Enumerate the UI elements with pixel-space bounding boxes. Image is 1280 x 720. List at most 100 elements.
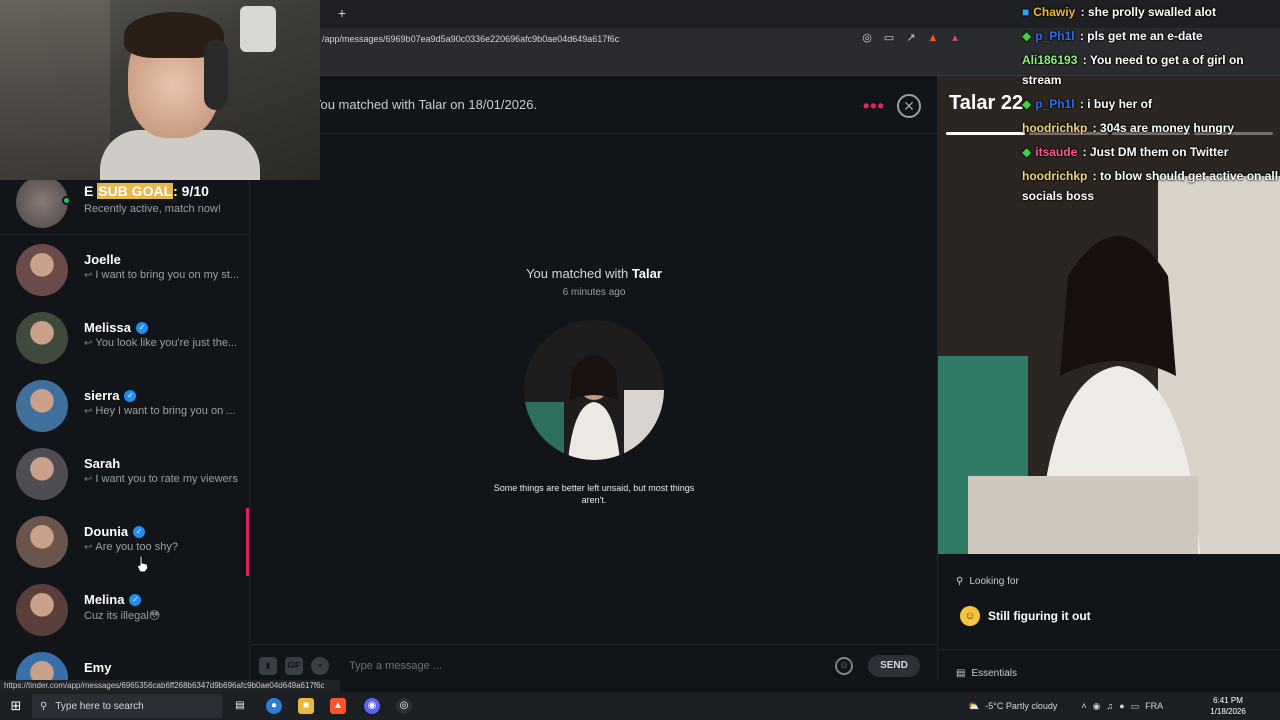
chat-username: hoodrichkp: [1022, 169, 1088, 183]
looking-for-value-text: Still figuring it out: [988, 609, 1091, 623]
subscriber-badge-icon: ◆: [1022, 145, 1032, 159]
match-prefix: You matched with: [526, 266, 629, 281]
chat-username: hoodrichkp: [1022, 121, 1088, 135]
stream-chat-message: ◆ p_Ph1l : pls get me an e-date: [1022, 26, 1280, 46]
avatar: [16, 448, 68, 500]
spotify-icon[interactable]: ≈: [311, 657, 329, 675]
headset-icon: [204, 40, 228, 110]
network-icon[interactable]: ◉: [1093, 701, 1101, 712]
conversation-name: Melissa ✓: [84, 320, 148, 335]
brave-shields-icon[interactable]: ▲: [926, 31, 940, 45]
discord-icon[interactable]: ◉: [364, 698, 380, 714]
conversation-name: Joelle: [84, 252, 121, 267]
chat-separator: :: [1079, 145, 1090, 159]
battery-icon[interactable]: ▭: [1131, 701, 1140, 712]
conversation-item-melina[interactable]: Melina ✓ Cuz its illegal😳: [0, 576, 249, 644]
avatar: [16, 244, 68, 296]
chevron-up-icon[interactable]: ˄: [1081, 701, 1086, 711]
matched-date-text: You matched with Talar on 18/01/2026.: [313, 97, 538, 112]
language-indicator[interactable]: FRA: [1145, 701, 1163, 711]
speaker-icon[interactable]: ♫: [1106, 701, 1113, 711]
conversation-snippet: ↩ You look like you're just the...: [84, 337, 244, 349]
photo-indicator[interactable]: [946, 132, 1025, 135]
chat-username: p_Ph1l: [1035, 29, 1075, 43]
task-view-icon[interactable]: ▤: [232, 698, 248, 714]
conversation-snippet: ↩ Are you too shy?: [84, 541, 244, 553]
chat-username: p_Ph1l: [1035, 97, 1075, 111]
mic-icon[interactable]: ●: [1119, 701, 1124, 711]
location-icon[interactable]: ◎: [860, 31, 874, 45]
sticker-icon[interactable]: ▮: [259, 657, 277, 675]
url-text[interactable]: /app/messages/6969b07ea9d5a90c0336e22069…: [322, 34, 619, 44]
conversation-item-dounia[interactable]: Dounia ✓ ↩ Are you too shy?: [0, 508, 249, 576]
conversation-name-text: Melissa: [84, 320, 131, 335]
avatar: [16, 516, 68, 568]
conversation-item-sarah[interactable]: Sarah ↩ I want you to rate my viewers: [0, 440, 249, 508]
conversation-name-text: Sarah: [84, 456, 121, 471]
match-avatar[interactable]: [524, 320, 664, 460]
windows-start-icon[interactable]: ⊞: [8, 698, 24, 714]
conversation-item-emy[interactable]: Emy: [0, 644, 249, 680]
chat-panel: You matched with Talar on 18/01/2026. ••…: [251, 76, 937, 680]
conversation-name: Emy: [84, 660, 111, 675]
close-chat-button[interactable]: ✕: [897, 94, 921, 118]
message-input[interactable]: [349, 655, 819, 677]
conversation-name-text: Joelle: [84, 252, 121, 267]
gif-button[interactable]: GIF: [285, 657, 303, 675]
verified-badge-icon: ✓: [129, 593, 142, 606]
send-button[interactable]: SEND: [868, 655, 920, 677]
sidebar-scrollbar[interactable]: [246, 508, 249, 576]
cast-icon[interactable]: ▭: [882, 31, 896, 45]
address-bar-icons: ◎ ▭ ↗ ▲ ▴: [860, 31, 962, 49]
brave-browser-icon[interactable]: ▲: [330, 698, 346, 714]
chat-separator: :: [1079, 53, 1090, 67]
taskbar-search-placeholder: Type here to search: [55, 700, 144, 712]
conversation-name-text: sierra: [84, 388, 120, 403]
emoji-icon[interactable]: ☺: [835, 657, 853, 675]
conversation-snippet-text: Hey I want to bring you on ...: [95, 405, 236, 417]
stream-chat-message: ◆ p_Ph1l : i buy her of: [1022, 94, 1280, 114]
essentials-icon: ▤: [956, 668, 966, 679]
chat-message-text: i buy her of: [1087, 97, 1152, 111]
reply-icon: ↩: [84, 338, 93, 349]
looking-for-label-text: Looking for: [969, 576, 1019, 587]
more-options-icon[interactable]: •••: [863, 96, 885, 117]
brave-rewards-icon[interactable]: ▴: [948, 31, 962, 45]
online-indicator: [62, 196, 71, 205]
webcam-overlay: [0, 0, 320, 180]
conversation-name: sierra ✓: [84, 388, 137, 403]
conversation-item-joelle[interactable]: Joelle ↩ I want to bring you on my st...: [0, 236, 249, 304]
taskbar-search[interactable]: ⚲ Type here to search: [32, 694, 222, 718]
link-status-bar: https://tinder.com/app/messages/6965356c…: [0, 680, 340, 692]
chat-separator: :: [1089, 169, 1101, 183]
webcam-background: [0, 0, 110, 180]
conversation-name-text: Dounia: [84, 524, 129, 539]
chat-username: itsaude: [1035, 145, 1078, 159]
obs-icon[interactable]: ◎: [396, 698, 412, 714]
recently-active-text: Recently active, match now!: [84, 203, 221, 215]
conversation-snippet: ↩ I want to bring you on my st...: [84, 269, 244, 281]
match-title: You matched with Talar: [251, 266, 937, 281]
subscriber-badge-icon: ◆: [1022, 97, 1032, 111]
copilot-icon[interactable]: ●: [266, 698, 282, 714]
search-icon: ⚲: [956, 576, 964, 587]
weather-text[interactable]: -5°C Partly cloudy: [985, 701, 1057, 711]
conversation-item-melissa[interactable]: Melissa ✓ ↩ You look like you're just the..…: [0, 304, 249, 372]
reply-icon: ↩: [84, 406, 93, 417]
taskbar-clock[interactable]: 6:41 PM 1/18/2026: [1200, 695, 1256, 717]
thinking-face-icon: ☺: [960, 606, 980, 626]
new-tab-button[interactable]: +: [334, 4, 350, 22]
webcam-jar: [240, 6, 276, 52]
conversation-snippet-text: I want you to rate my viewers: [95, 473, 238, 485]
avatar: [16, 652, 68, 680]
windows-taskbar: ⊞ ⚲ Type here to search ▤ ● ■ ▲ ◉ ◎ ⛅ -5…: [0, 692, 1280, 720]
chat-separator: :: [1089, 121, 1101, 135]
file-explorer-icon[interactable]: ■: [298, 698, 314, 714]
conversation-item-sierra[interactable]: sierra ✓ ↩ Hey I want to bring you on ...: [0, 372, 249, 440]
share-icon[interactable]: ↗: [904, 31, 918, 45]
chat-separator: :: [1076, 97, 1088, 111]
reply-icon: ↩: [84, 474, 93, 485]
chat-message-text: Just DM them on Twitter: [1089, 145, 1229, 159]
weather-icon[interactable]: ⛅: [968, 701, 979, 712]
essentials-label: ▤ Essentials: [956, 668, 1017, 679]
